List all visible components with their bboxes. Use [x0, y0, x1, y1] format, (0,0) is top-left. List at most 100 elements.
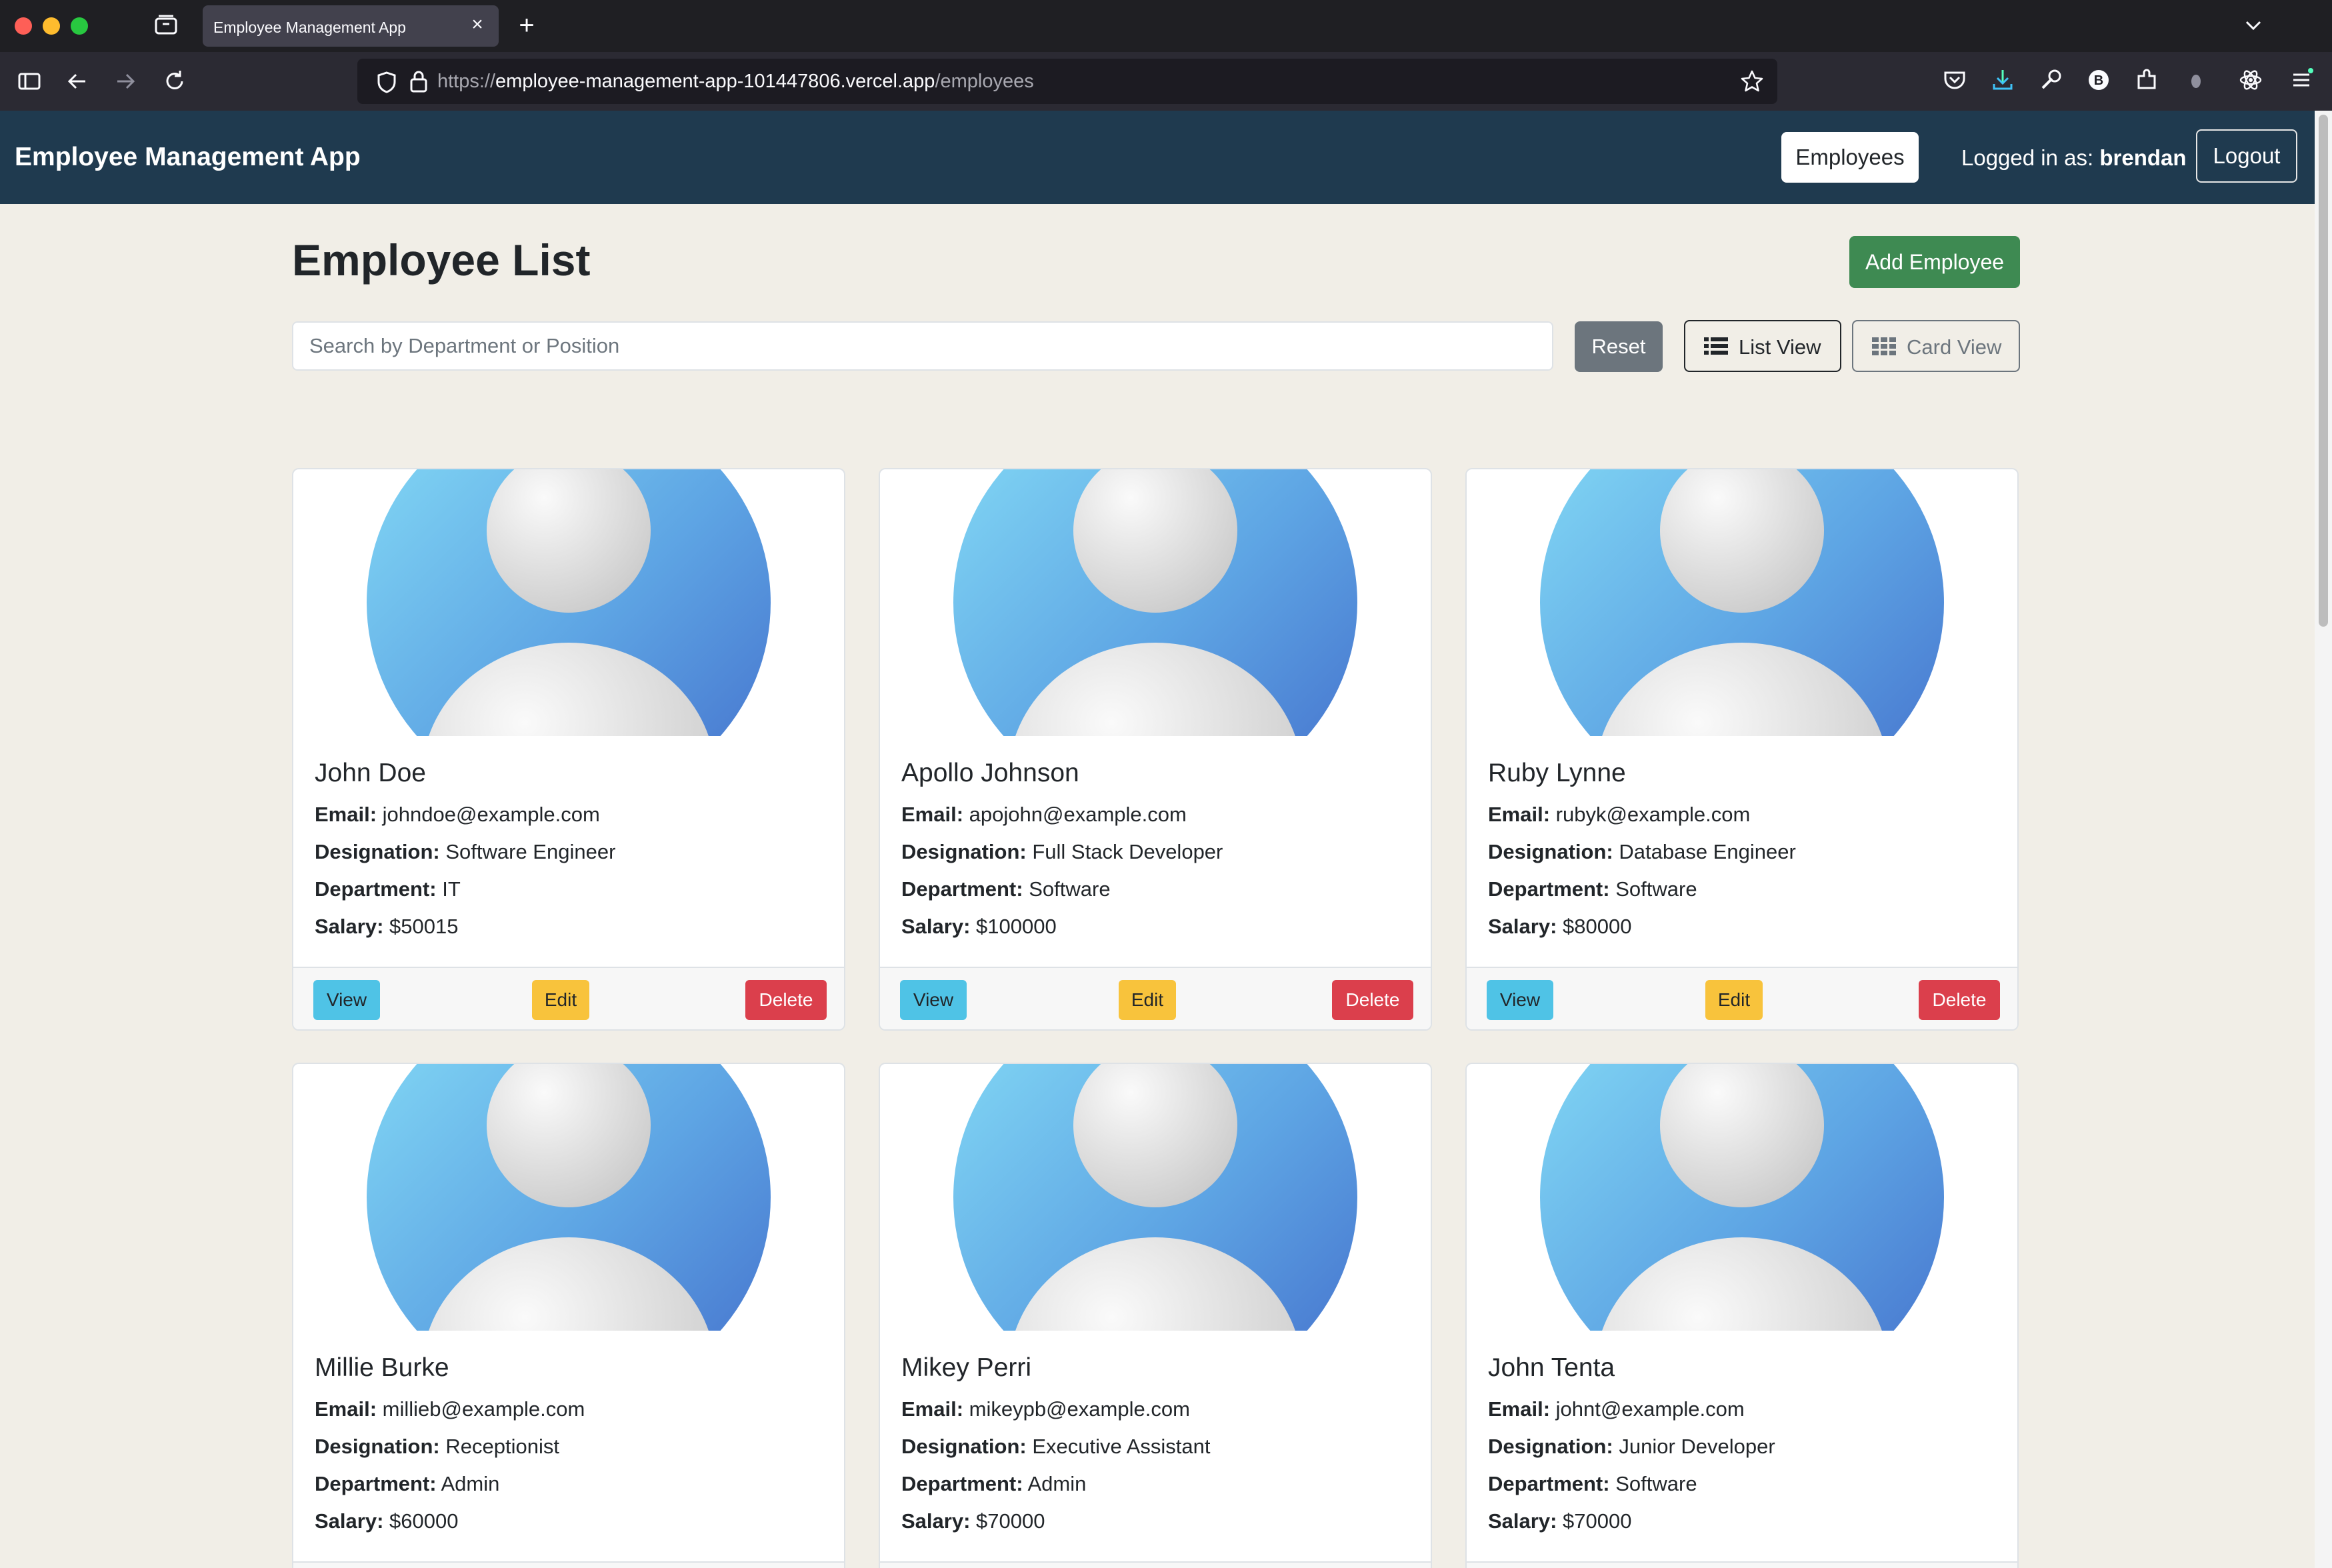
tab-overview-icon[interactable] — [155, 15, 177, 35]
employee-name: Ruby Lynne — [1488, 759, 1626, 787]
add-employee-button[interactable]: Add Employee — [1849, 236, 2020, 288]
list-icon — [1704, 337, 1728, 355]
employee-card: Apollo Johnson Email: apojohn@example.co… — [879, 468, 1432, 1031]
app-navbar: Employee Management App Employees Logged… — [0, 111, 2315, 204]
avatar-placeholder-icon — [1540, 469, 1944, 736]
address-bar[interactable]: https://employee-management-app-10144780… — [357, 59, 1777, 104]
employee-card: John Doe Email: johndoe@example.com Desi… — [292, 468, 845, 1031]
card-footer: View Edit Delete — [1467, 967, 2017, 1029]
react-devtools-icon[interactable] — [2237, 67, 2264, 93]
employee-email: Email: johndoe@example.com — [315, 803, 600, 826]
window-close-button[interactable] — [15, 17, 32, 35]
delete-employee-button[interactable]: Delete — [1332, 980, 1413, 1020]
avatar-placeholder-icon — [953, 1064, 1357, 1331]
employees-nav-button[interactable]: Employees — [1781, 132, 1919, 183]
employee-department: Department: IT — [315, 877, 461, 901]
employee-salary: Salary: $100000 — [901, 915, 1057, 938]
url-text[interactable]: https://employee-management-app-10144780… — [437, 71, 1034, 93]
browser-tab-active[interactable]: Employee Management App × — [203, 5, 499, 47]
edit-employee-button[interactable]: Edit — [1705, 980, 1763, 1020]
card-footer: View Edit Delete — [880, 967, 1431, 1029]
logged-in-label: Logged in as: — [1961, 145, 2094, 170]
employee-salary: Salary: $70000 — [901, 1509, 1045, 1533]
employee-card: Mikey Perri Email: mikeypb@example.com D… — [879, 1063, 1432, 1568]
employee-designation: Designation: Database Engineer — [1488, 840, 1796, 863]
sidebar-toggle-icon[interactable] — [16, 68, 43, 95]
view-employee-button[interactable]: View — [1487, 980, 1553, 1020]
browser-toolbar: https://employee-management-app-10144780… — [0, 52, 2332, 111]
window-minimize-button[interactable] — [43, 17, 60, 35]
employee-name: Mikey Perri — [901, 1353, 1032, 1382]
employee-card: Millie Burke Email: millieb@example.com … — [292, 1063, 845, 1568]
downloads-icon[interactable] — [1989, 67, 2016, 93]
employee-designation: Designation: Executive Assistant — [901, 1435, 1211, 1458]
url-scheme: https:// — [437, 71, 496, 92]
employee-email: Email: mikeypb@example.com — [901, 1397, 1190, 1421]
avatar-placeholder-icon — [1540, 1064, 1944, 1331]
reload-icon[interactable] — [161, 68, 188, 95]
employee-email: Email: johnt@example.com — [1488, 1397, 1745, 1421]
avatar-placeholder-icon — [367, 1064, 771, 1331]
employee-card: John Tenta Email: johnt@example.com Desi… — [1465, 1063, 2019, 1568]
extension-bulb-icon[interactable] — [2183, 67, 2209, 93]
employee-department: Department: Software — [1488, 877, 1697, 901]
employee-salary: Salary: $50015 — [315, 915, 459, 938]
logout-button[interactable]: Logout — [2196, 129, 2297, 183]
url-host: employee-management-app-101447806.vercel… — [495, 71, 935, 92]
card-footer — [293, 1561, 844, 1568]
extensions-puzzle-icon[interactable] — [2133, 67, 2160, 93]
username: brendan — [2099, 145, 2187, 170]
tab-close-icon[interactable]: × — [467, 14, 488, 35]
menu-hamburger-icon[interactable] — [2288, 67, 2315, 93]
page-scrollbar-thumb[interactable] — [2319, 115, 2328, 627]
browser-tab-bar: Employee Management App × + — [0, 0, 2332, 52]
list-view-button[interactable]: List View — [1684, 320, 1841, 372]
grid-icon — [1872, 337, 1896, 355]
app-brand[interactable]: Employee Management App — [15, 143, 361, 172]
card-footer: View Edit Delete — [293, 967, 844, 1029]
window-zoom-button[interactable] — [71, 17, 88, 35]
employee-name: Apollo Johnson — [901, 759, 1079, 787]
pocket-icon[interactable] — [1941, 67, 1968, 93]
new-tab-icon[interactable]: + — [513, 12, 540, 39]
list-view-label: List View — [1739, 335, 1821, 359]
employee-department: Department: Software — [901, 877, 1111, 901]
employee-email: Email: millieb@example.com — [315, 1397, 585, 1421]
card-footer — [880, 1561, 1431, 1568]
svg-text:B: B — [2094, 73, 2103, 88]
employee-name: John Doe — [315, 759, 426, 787]
chevron-down-icon[interactable] — [2240, 12, 2267, 39]
employee-designation: Designation: Junior Developer — [1488, 1435, 1775, 1458]
employee-name: Millie Burke — [315, 1353, 449, 1382]
logged-in-status: Logged in as: brendan — [1961, 145, 2187, 171]
employee-department: Department: Admin — [315, 1472, 500, 1495]
card-footer — [1467, 1561, 2017, 1568]
bookmark-star-icon[interactable] — [1740, 69, 1764, 93]
employee-email: Email: apojohn@example.com — [901, 803, 1187, 826]
view-employee-button[interactable]: View — [313, 980, 380, 1020]
wrench-icon[interactable] — [2037, 67, 2064, 93]
employee-email: Email: rubyk@example.com — [1488, 803, 1751, 826]
lock-icon[interactable] — [409, 69, 428, 93]
employee-card: Ruby Lynne Email: rubyk@example.com Desi… — [1465, 468, 2019, 1031]
view-employee-button[interactable]: View — [900, 980, 967, 1020]
employee-salary: Salary: $70000 — [1488, 1509, 1632, 1533]
employee-department: Department: Admin — [901, 1472, 1087, 1495]
url-path: /employees — [935, 71, 1034, 92]
employee-department: Department: Software — [1488, 1472, 1697, 1495]
employee-designation: Designation: Software Engineer — [315, 840, 616, 863]
avatar-placeholder-icon — [367, 469, 771, 736]
delete-employee-button[interactable]: Delete — [1919, 980, 2000, 1020]
delete-employee-button[interactable]: Delete — [745, 980, 827, 1020]
card-view-button[interactable]: Card View — [1852, 320, 2020, 372]
tab-title: Employee Management App — [213, 19, 406, 36]
extension-b-icon[interactable]: B — [2085, 67, 2112, 93]
edit-employee-button[interactable]: Edit — [532, 980, 589, 1020]
forward-arrow-icon[interactable] — [112, 68, 139, 95]
employee-salary: Salary: $80000 — [1488, 915, 1632, 938]
back-arrow-icon[interactable] — [64, 68, 91, 95]
tracking-protection-shield-icon[interactable] — [376, 71, 397, 93]
edit-employee-button[interactable]: Edit — [1119, 980, 1176, 1020]
search-input[interactable] — [292, 321, 1553, 371]
reset-button[interactable]: Reset — [1575, 321, 1663, 372]
